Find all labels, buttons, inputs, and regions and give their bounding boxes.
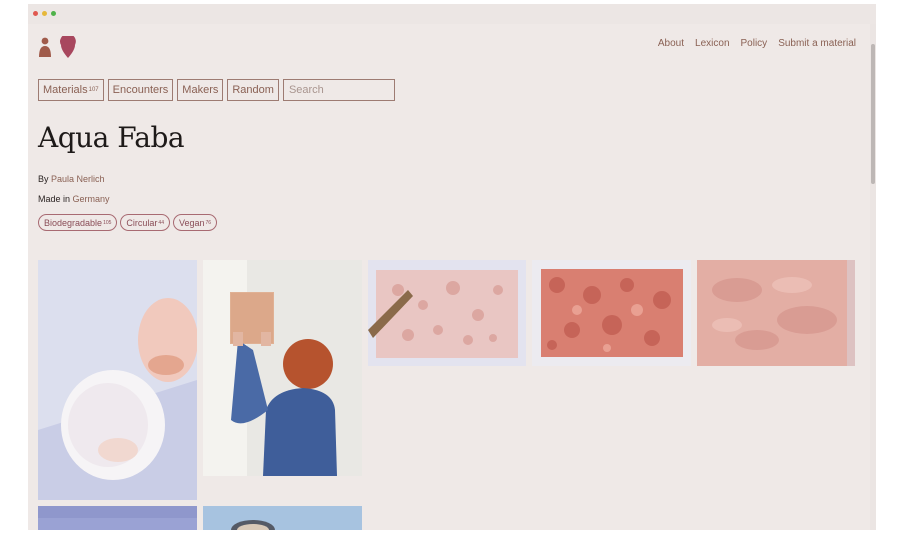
top-navigation: About Lexicon Policy Submit a material (658, 38, 856, 49)
tag-vegan-label: Vegan (178, 217, 205, 228)
nav-lexicon-link[interactable]: Lexicon (695, 38, 729, 49)
tag-vegan[interactable]: Vegan 76 (172, 214, 218, 231)
tag-biodegradable[interactable]: Biodegradable 105 (38, 214, 118, 231)
tab-materials-count: 107 (88, 87, 99, 93)
tag-vegan-count: 76 (205, 219, 212, 226)
tab-encounters-label: Encounters (112, 84, 169, 96)
made-in-label: Made in (38, 194, 71, 204)
scrollbar-thumb[interactable] (871, 44, 875, 184)
search-input[interactable] (282, 79, 395, 101)
gallery-image-sheet-stick[interactable] (368, 260, 526, 366)
image-gallery (28, 260, 870, 530)
browser-window: About Lexicon Policy Submit a material M… (28, 4, 876, 530)
tab-materials-label: Materials (43, 84, 88, 96)
page-title: Aqua Faba (38, 121, 185, 154)
tag-list: Biodegradable 105 Circular 44 Vegan 76 (38, 214, 218, 231)
nav-about-link[interactable]: About (658, 38, 684, 49)
tag-biodegradable-label: Biodegradable (44, 217, 103, 228)
country-link[interactable]: Germany (73, 194, 110, 204)
tag-circular[interactable]: Circular 44 (120, 214, 170, 231)
close-window-button[interactable] (33, 11, 38, 16)
tab-makers-label: Makers (182, 84, 219, 96)
tag-circular-label: Circular (126, 217, 158, 228)
site-logo[interactable] (38, 33, 78, 60)
gallery-image-blue[interactable] (38, 506, 197, 530)
tab-encounters[interactable]: Encounters (107, 79, 174, 101)
nav-submit-material-link[interactable]: Submit a material (778, 38, 856, 49)
window-titlebar (28, 4, 876, 24)
by-label: By (38, 174, 49, 184)
person-logo-icon (41, 37, 49, 45)
nav-policy-link[interactable]: Policy (741, 38, 768, 49)
gallery-image-bowls[interactable] (38, 260, 197, 500)
gallery-image-wrinkled-sheet[interactable] (697, 260, 855, 366)
tag-circular-count: 44 (158, 219, 164, 226)
gallery-image-blue-object[interactable] (203, 506, 362, 530)
tab-materials[interactable]: Materials 107 (38, 79, 104, 101)
tab-random-label: Random (232, 84, 274, 96)
pin-logo-icon (60, 33, 76, 58)
gallery-image-mottled-sheet[interactable] (532, 260, 691, 366)
page-scrollbar[interactable] (870, 24, 876, 530)
maximize-window-button[interactable] (51, 11, 56, 16)
tag-biodegradable-count: 105 (103, 219, 112, 226)
tab-random[interactable]: Random (227, 79, 279, 101)
gallery-image-person[interactable] (203, 260, 362, 476)
origin-line: Made in Germany (38, 194, 110, 204)
tab-makers[interactable]: Makers (177, 79, 224, 101)
author-link[interactable]: Paula Nerlich (51, 174, 105, 184)
author-line: By Paula Nerlich (38, 174, 105, 184)
section-tabs: Materials 107 Encounters Makers Random (38, 79, 395, 101)
minimize-window-button[interactable] (42, 11, 47, 16)
